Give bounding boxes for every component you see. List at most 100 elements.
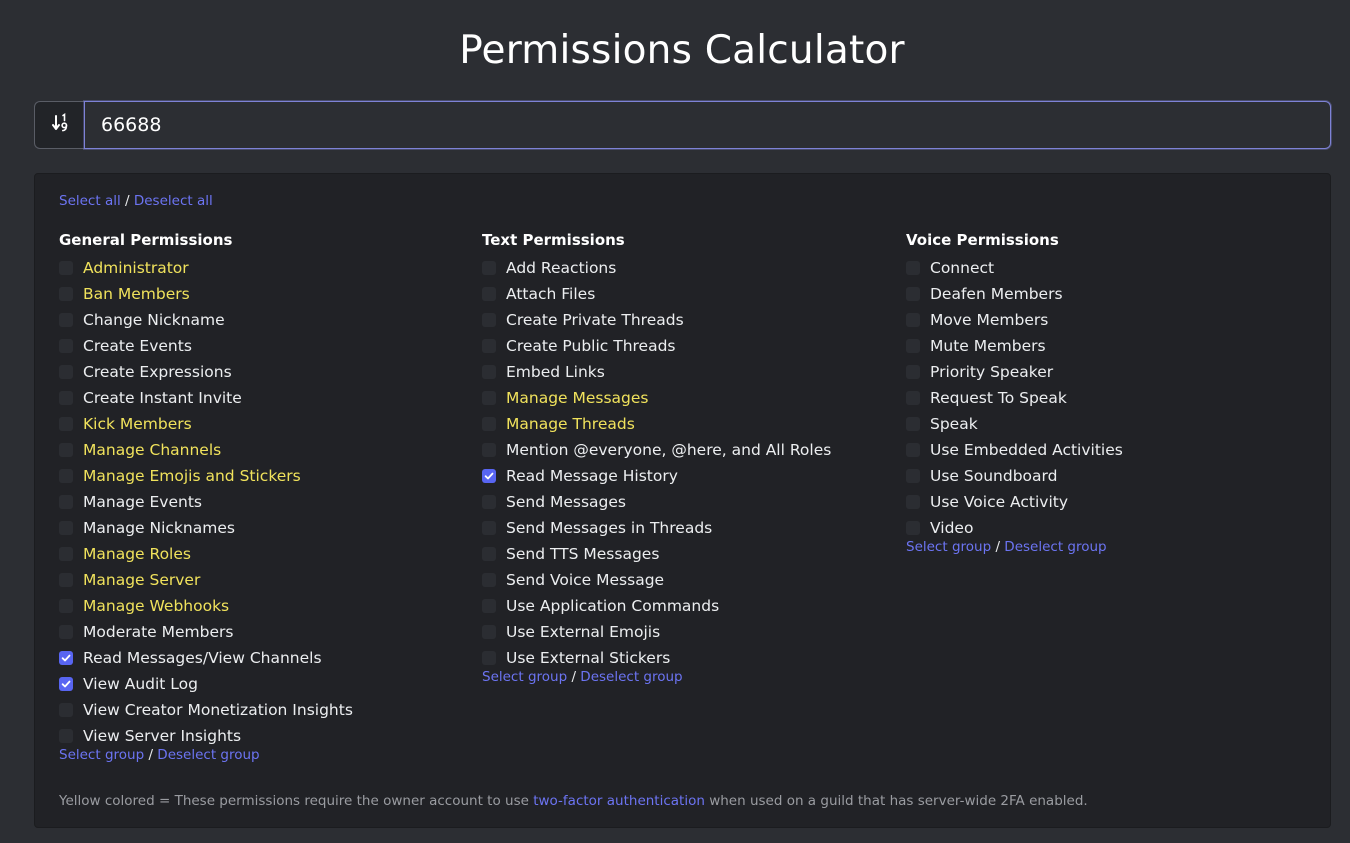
permission-use-external-stickers[interactable]: Use External Stickers — [482, 645, 902, 671]
checkbox-unchecked[interactable] — [59, 313, 73, 327]
checkbox-unchecked[interactable] — [906, 443, 920, 457]
checkbox-unchecked[interactable] — [59, 417, 73, 431]
checkbox-unchecked[interactable] — [482, 625, 496, 639]
permission-manage-messages[interactable]: Manage Messages — [482, 385, 902, 411]
checkbox-unchecked[interactable] — [482, 339, 496, 353]
checkbox-unchecked[interactable] — [482, 365, 496, 379]
checkbox-unchecked[interactable] — [59, 287, 73, 301]
permission-view-creator-monetization-insights[interactable]: View Creator Monetization Insights — [59, 697, 479, 723]
permissions-integer-input[interactable] — [84, 101, 1331, 149]
checkbox-unchecked[interactable] — [482, 495, 496, 509]
permission-embed-links[interactable]: Embed Links — [482, 359, 902, 385]
checkbox-unchecked[interactable] — [906, 261, 920, 275]
permission-kick-members[interactable]: Kick Members — [59, 411, 479, 437]
checkbox-unchecked[interactable] — [482, 521, 496, 535]
checkbox-unchecked[interactable] — [906, 417, 920, 431]
permission-view-audit-log[interactable]: View Audit Log — [59, 671, 479, 697]
permission-use-voice-activity[interactable]: Use Voice Activity — [906, 489, 1326, 515]
permission-manage-nicknames[interactable]: Manage Nicknames — [59, 515, 479, 541]
checkbox-unchecked[interactable] — [59, 365, 73, 379]
permission-move-members[interactable]: Move Members — [906, 307, 1326, 333]
permission-deafen-members[interactable]: Deafen Members — [906, 281, 1326, 307]
general-deselect-group-link[interactable]: Deselect group — [157, 747, 259, 763]
checkbox-unchecked[interactable] — [482, 599, 496, 613]
permission-send-messages-in-threads[interactable]: Send Messages in Threads — [482, 515, 902, 541]
checkbox-unchecked[interactable] — [59, 495, 73, 509]
select-all-link[interactable]: Select all — [59, 193, 121, 209]
permission-change-nickname[interactable]: Change Nickname — [59, 307, 479, 333]
permission-connect[interactable]: Connect — [906, 255, 1326, 281]
permission-manage-channels[interactable]: Manage Channels — [59, 437, 479, 463]
permission-add-reactions[interactable]: Add Reactions — [482, 255, 902, 281]
permission-manage-threads[interactable]: Manage Threads — [482, 411, 902, 437]
text-deselect-group-link[interactable]: Deselect group — [580, 669, 682, 685]
permission-read-messages-view-channels[interactable]: Read Messages/View Channels — [59, 645, 479, 671]
checkbox-unchecked[interactable] — [59, 625, 73, 639]
checkbox-unchecked[interactable] — [482, 313, 496, 327]
checkbox-unchecked[interactable] — [59, 729, 73, 743]
permission-manage-webhooks[interactable]: Manage Webhooks — [59, 593, 479, 619]
permission-manage-server[interactable]: Manage Server — [59, 567, 479, 593]
permission-send-tts-messages[interactable]: Send TTS Messages — [482, 541, 902, 567]
two-factor-authentication-link[interactable]: two-factor authentication — [533, 793, 705, 809]
permission-manage-emojis-and-stickers[interactable]: Manage Emojis and Stickers — [59, 463, 479, 489]
permission-attach-files[interactable]: Attach Files — [482, 281, 902, 307]
checkbox-unchecked[interactable] — [482, 547, 496, 561]
sort-button[interactable] — [34, 101, 84, 149]
checkbox-unchecked[interactable] — [906, 495, 920, 509]
permission-priority-speaker[interactable]: Priority Speaker — [906, 359, 1326, 385]
checkbox-unchecked[interactable] — [482, 651, 496, 665]
general-select-group-link[interactable]: Select group — [59, 747, 144, 763]
checkbox-unchecked[interactable] — [906, 391, 920, 405]
checkbox-unchecked[interactable] — [59, 703, 73, 717]
permission-create-private-threads[interactable]: Create Private Threads — [482, 307, 902, 333]
permission-use-soundboard[interactable]: Use Soundboard — [906, 463, 1326, 489]
permission-video[interactable]: Video — [906, 515, 1326, 541]
permission-send-voice-message[interactable]: Send Voice Message — [482, 567, 902, 593]
text-select-group-link[interactable]: Select group — [482, 669, 567, 685]
permission-ban-members[interactable]: Ban Members — [59, 281, 479, 307]
checkbox-unchecked[interactable] — [59, 443, 73, 457]
checkbox-unchecked[interactable] — [59, 547, 73, 561]
checkbox-unchecked[interactable] — [906, 313, 920, 327]
permission-moderate-members[interactable]: Moderate Members — [59, 619, 479, 645]
checkbox-unchecked[interactable] — [906, 287, 920, 301]
checkbox-unchecked[interactable] — [482, 417, 496, 431]
checkbox-unchecked[interactable] — [906, 339, 920, 353]
checkbox-unchecked[interactable] — [906, 469, 920, 483]
permission-mute-members[interactable]: Mute Members — [906, 333, 1326, 359]
permission-create-public-threads[interactable]: Create Public Threads — [482, 333, 902, 359]
permission-mention-everyone-here-and-all-roles[interactable]: Mention @everyone, @here, and All Roles — [482, 437, 902, 463]
checkbox-checked[interactable] — [59, 651, 73, 665]
checkbox-unchecked[interactable] — [59, 599, 73, 613]
checkbox-checked[interactable] — [482, 469, 496, 483]
permission-create-instant-invite[interactable]: Create Instant Invite — [59, 385, 479, 411]
checkbox-unchecked[interactable] — [482, 573, 496, 587]
permission-manage-events[interactable]: Manage Events — [59, 489, 479, 515]
permission-manage-roles[interactable]: Manage Roles — [59, 541, 479, 567]
checkbox-unchecked[interactable] — [482, 261, 496, 275]
permission-use-external-emojis[interactable]: Use External Emojis — [482, 619, 902, 645]
checkbox-unchecked[interactable] — [59, 261, 73, 275]
permission-read-message-history[interactable]: Read Message History — [482, 463, 902, 489]
checkbox-unchecked[interactable] — [906, 521, 920, 535]
checkbox-unchecked[interactable] — [59, 469, 73, 483]
checkbox-unchecked[interactable] — [59, 339, 73, 353]
permission-use-embedded-activities[interactable]: Use Embedded Activities — [906, 437, 1326, 463]
permission-speak[interactable]: Speak — [906, 411, 1326, 437]
permission-view-server-insights[interactable]: View Server Insights — [59, 723, 479, 749]
permission-administrator[interactable]: Administrator — [59, 255, 479, 281]
permission-create-expressions[interactable]: Create Expressions — [59, 359, 479, 385]
permission-send-messages[interactable]: Send Messages — [482, 489, 902, 515]
checkbox-unchecked[interactable] — [482, 391, 496, 405]
deselect-all-link[interactable]: Deselect all — [134, 193, 213, 209]
checkbox-checked[interactable] — [59, 677, 73, 691]
voice-select-group-link[interactable]: Select group — [906, 539, 991, 555]
permission-create-events[interactable]: Create Events — [59, 333, 479, 359]
permission-request-to-speak[interactable]: Request To Speak — [906, 385, 1326, 411]
checkbox-unchecked[interactable] — [906, 365, 920, 379]
checkbox-unchecked[interactable] — [59, 521, 73, 535]
checkbox-unchecked[interactable] — [482, 287, 496, 301]
voice-deselect-group-link[interactable]: Deselect group — [1004, 539, 1106, 555]
checkbox-unchecked[interactable] — [59, 573, 73, 587]
